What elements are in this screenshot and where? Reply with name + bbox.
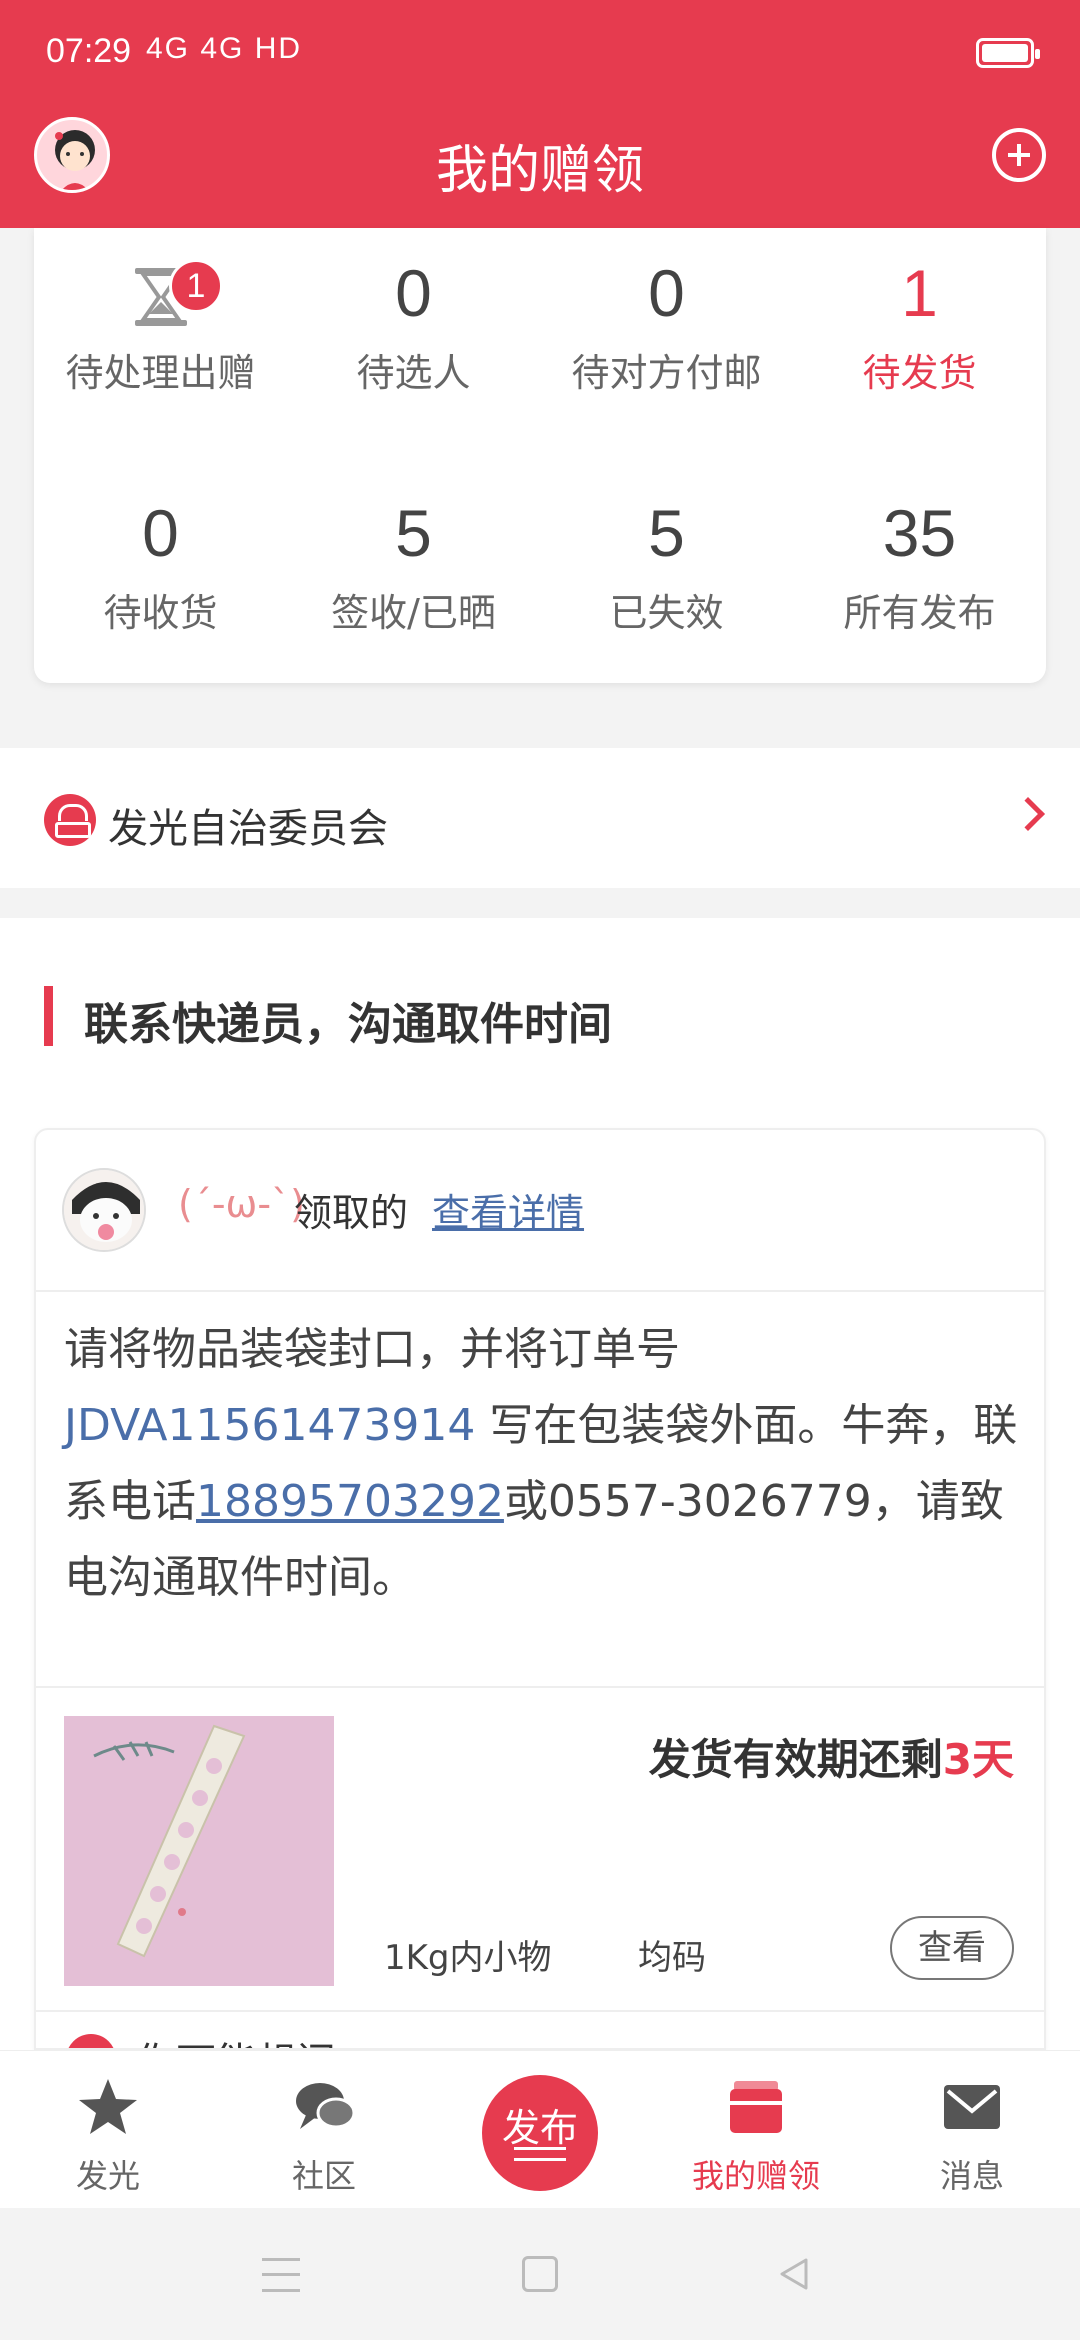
- back-icon[interactable]: [776, 2256, 812, 2292]
- stat-label: 待选人: [356, 351, 471, 395]
- order-number: JDVA11561473914: [64, 1400, 476, 1451]
- stat-expired[interactable]: 5 已失效: [540, 492, 793, 637]
- stats-card: 待处理出赠 1 0 待选人 0 待对方付邮 1 待发货 0 待收货 5 签收/已…: [34, 228, 1046, 683]
- status-bar: 07:29 4G 4G HD: [0, 0, 1080, 108]
- view-details-link[interactable]: 查看详情: [432, 1182, 584, 1237]
- section-title: 联系快递员，沟通取件时间: [84, 999, 612, 1050]
- stat-label: 所有发布: [843, 591, 996, 635]
- faq-label[interactable]: 你可能想问: [136, 2030, 336, 2048]
- add-icon[interactable]: [992, 128, 1046, 182]
- chevron-right-icon: [1011, 797, 1045, 831]
- validity-days: 3天: [942, 1735, 1014, 1784]
- stat-all-posts[interactable]: 35 所有发布: [793, 492, 1046, 637]
- phone-link[interactable]: 18895703292: [196, 1476, 504, 1527]
- tab-messages[interactable]: 消息: [864, 2051, 1080, 2209]
- menu-icon[interactable]: [262, 2258, 300, 2292]
- contact-courier-section: 联系快递员，沟通取件时间 (´-ω-`) 领取的 查看详情 请将物品装袋封口，并…: [0, 918, 1080, 2050]
- received-text: 领取的: [294, 1191, 409, 1235]
- publish-icon: [514, 2147, 566, 2161]
- tab-faguang[interactable]: 发光: [0, 2051, 216, 2209]
- mail-icon: [944, 2085, 1000, 2129]
- stat-label: 签收/已晒: [331, 591, 496, 635]
- publish-button[interactable]: 发布: [482, 2075, 598, 2191]
- stat-label: 待收货: [103, 591, 218, 635]
- stat-pending-select[interactable]: 0 待选人: [287, 252, 540, 397]
- item-code: 均码: [638, 1938, 706, 1978]
- user-avatar[interactable]: [62, 1168, 146, 1252]
- stat-value: 0: [142, 496, 179, 570]
- order-card: (´-ω-`) 领取的 查看详情 请将物品装袋封口，并将订单号 JDVA1156…: [34, 1128, 1046, 2050]
- stat-pending-gift[interactable]: 待处理出赠 1: [34, 252, 287, 397]
- hourglass-icon: [34, 252, 287, 334]
- tab-community[interactable]: 社区: [216, 2051, 432, 2209]
- stat-label: 待处理出赠: [65, 351, 256, 395]
- divider: [36, 1290, 1044, 1292]
- stat-value: 0: [648, 256, 685, 330]
- user-name[interactable]: (´-ω-`): [178, 1182, 305, 1226]
- status-time: 07:29: [46, 32, 132, 70]
- item-size: 1Kg内小物: [384, 1938, 552, 1978]
- system-nav-bar: [0, 2208, 1080, 2340]
- stat-signed[interactable]: 5 签收/已晒: [287, 492, 540, 637]
- stat-value: 0: [395, 256, 432, 330]
- gift-box-icon: [730, 2081, 782, 2133]
- bottom-tab-bar: 发光 社区 发布 我的赠领 消息: [0, 2050, 1080, 2208]
- instruction-prefix: 请将物品装袋封口，并将订单号: [64, 1324, 680, 1375]
- stat-pending-receive[interactable]: 0 待收货: [34, 492, 287, 637]
- tab-label: 发光: [75, 2157, 140, 2195]
- title-bar: 我的赠领: [0, 108, 1080, 228]
- committee-label: 发光自治委员会: [108, 806, 388, 852]
- stat-pending-ship[interactable]: 1 待发货: [793, 252, 1046, 397]
- stat-label: 待发货: [862, 351, 977, 395]
- view-button[interactable]: 查看: [890, 1916, 1014, 1980]
- divider: [36, 2010, 1044, 2012]
- committee-row[interactable]: 发光自治委员会: [0, 748, 1080, 888]
- tab-label: 社区: [291, 2157, 356, 2195]
- stat-label: 已失效: [609, 591, 724, 635]
- battery-icon: [976, 38, 1040, 68]
- stat-label: 待对方付邮: [571, 351, 762, 395]
- instruction-text: 请将物品装袋封口，并将订单号 JDVA11561473914 写在包装袋外面。牛…: [64, 1312, 1024, 1616]
- header: 07:29 4G 4G HD 我的赠领: [0, 0, 1080, 228]
- stat-value: 5: [648, 496, 685, 570]
- home-icon[interactable]: [522, 2256, 558, 2292]
- stat-value: 1: [901, 256, 938, 330]
- notification-badge: 1: [169, 259, 223, 313]
- question-icon: [66, 2034, 116, 2048]
- tab-label: 我的赠领: [691, 2157, 820, 2195]
- divider: [36, 1686, 1044, 1688]
- validity-prefix: 发货有效期还剩: [648, 1735, 943, 1784]
- tab-label: 消息: [939, 2157, 1004, 2195]
- chat-icon: [296, 2083, 356, 2129]
- committee-icon: [44, 794, 96, 846]
- section-accent-bar: [44, 986, 53, 1046]
- page-title: 我的赠领: [435, 141, 644, 201]
- network-icons: 4G 4G HD: [146, 32, 303, 65]
- stat-value: 5: [395, 496, 432, 570]
- shipping-validity: 发货有效期还剩3天: [649, 1726, 1014, 1787]
- stat-value: 35: [882, 496, 957, 570]
- tab-my-gifts[interactable]: 我的赠领: [648, 2051, 864, 2209]
- star-icon: [79, 2079, 137, 2134]
- item-photo[interactable]: [64, 1716, 334, 1986]
- publish-label: 发布: [501, 2106, 578, 2150]
- stat-pending-postage[interactable]: 0 待对方付邮: [540, 252, 793, 397]
